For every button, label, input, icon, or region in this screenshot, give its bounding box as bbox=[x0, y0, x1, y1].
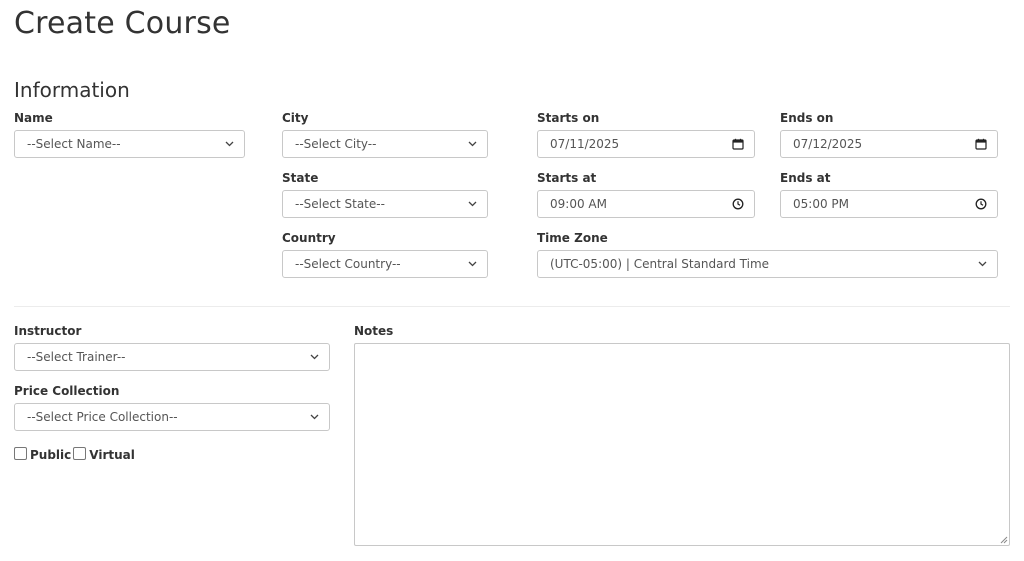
clock-icon[interactable] bbox=[732, 198, 744, 210]
calendar-icon[interactable] bbox=[732, 138, 744, 150]
country-select-value: --Select Country-- bbox=[295, 257, 401, 271]
virtual-checkbox-label[interactable]: Virtual bbox=[89, 448, 135, 462]
section-title: Information bbox=[14, 78, 130, 102]
city-select[interactable]: --Select City-- bbox=[282, 130, 488, 158]
public-checkbox[interactable] bbox=[14, 446, 27, 460]
public-checkbox-label[interactable]: Public bbox=[30, 448, 71, 462]
city-label: City bbox=[282, 111, 309, 125]
ends-on-label: Ends on bbox=[780, 111, 834, 125]
state-select-value: --Select State-- bbox=[295, 197, 385, 211]
starts-at-value: 09:00 AM bbox=[550, 197, 607, 211]
name-label: Name bbox=[14, 111, 53, 125]
instructor-select-value: --Select Trainer-- bbox=[27, 350, 126, 364]
starts-on-value: 07/11/2025 bbox=[550, 137, 620, 151]
virtual-checkbox[interactable] bbox=[73, 446, 87, 460]
instructor-label: Instructor bbox=[14, 324, 82, 338]
country-select[interactable]: --Select Country-- bbox=[282, 250, 488, 278]
starts-at-label: Starts at bbox=[537, 171, 597, 185]
ends-at-value: 05:00 PM bbox=[793, 197, 849, 211]
price-collection-select[interactable]: --Select Price Collection-- bbox=[14, 403, 330, 431]
page-title: Create Course bbox=[14, 6, 231, 41]
clock-icon[interactable] bbox=[975, 198, 987, 210]
instructor-select[interactable]: --Select Trainer-- bbox=[14, 343, 330, 371]
notes-label: Notes bbox=[354, 324, 394, 338]
country-label: Country bbox=[282, 231, 336, 245]
time-zone-label: Time Zone bbox=[537, 231, 608, 245]
chevron-down-icon bbox=[309, 412, 319, 422]
name-select-value: --Select Name-- bbox=[27, 137, 121, 151]
chevron-down-icon bbox=[309, 352, 319, 362]
resize-grip-icon[interactable] bbox=[1000, 536, 1008, 544]
notes-textarea[interactable] bbox=[354, 343, 1010, 546]
price-collection-label: Price Collection bbox=[14, 384, 120, 398]
chevron-down-icon bbox=[467, 139, 477, 149]
state-select[interactable]: --Select State-- bbox=[282, 190, 488, 218]
state-label: State bbox=[282, 171, 319, 185]
starts-on-label: Starts on bbox=[537, 111, 600, 125]
ends-on-date-input[interactable]: 07/12/2025 bbox=[780, 130, 998, 158]
ends-at-time-input[interactable]: 05:00 PM bbox=[780, 190, 998, 218]
city-select-value: --Select City-- bbox=[295, 137, 377, 151]
ends-on-value: 07/12/2025 bbox=[793, 137, 863, 151]
chevron-down-icon bbox=[467, 259, 477, 269]
checkbox-row: Public Virtual bbox=[14, 446, 137, 462]
price-collection-select-value: --Select Price Collection-- bbox=[27, 410, 178, 424]
ends-at-label: Ends at bbox=[780, 171, 831, 185]
starts-at-time-input[interactable]: 09:00 AM bbox=[537, 190, 755, 218]
time-zone-select-value: (UTC-05:00) | Central Standard Time bbox=[550, 257, 770, 271]
starts-on-date-input[interactable]: 07/11/2025 bbox=[537, 130, 755, 158]
chevron-down-icon bbox=[467, 199, 477, 209]
chevron-down-icon bbox=[224, 139, 234, 149]
calendar-icon[interactable] bbox=[975, 138, 987, 150]
chevron-down-icon bbox=[977, 259, 987, 269]
name-select[interactable]: --Select Name-- bbox=[14, 130, 245, 158]
time-zone-select[interactable]: (UTC-05:00) | Central Standard Time bbox=[537, 250, 998, 278]
section-divider bbox=[14, 306, 1010, 307]
